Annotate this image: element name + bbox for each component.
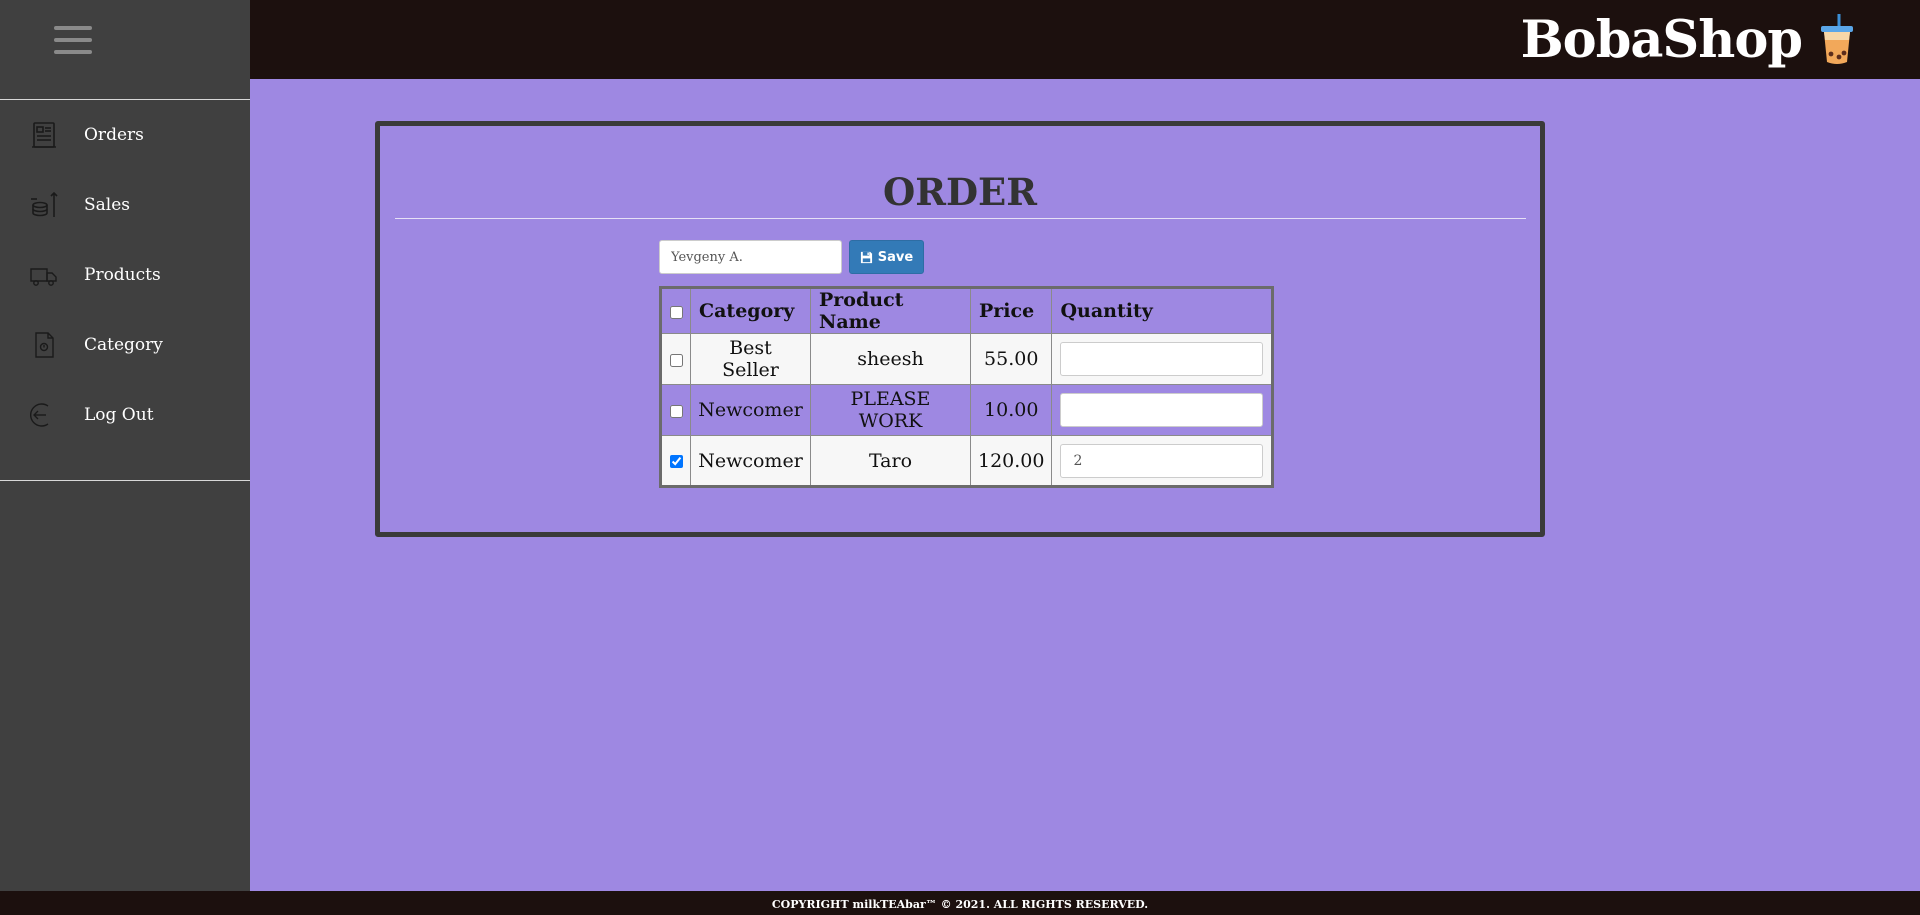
hamburger-bar (54, 38, 92, 42)
table-row: Newcomer Taro 120.00 (660, 435, 1274, 487)
save-button-label: Save (877, 249, 914, 265)
cell-product-name: Taro (810, 435, 971, 487)
order-panel: ORDER Save Category Product Name Price Q… (375, 121, 1545, 537)
row-checkbox[interactable] (669, 455, 683, 468)
quantity-input[interactable] (1060, 443, 1264, 478)
truck-icon (30, 268, 57, 286)
top-header: BobaShop (250, 0, 1920, 79)
header-product-name: Product Name (810, 287, 971, 334)
table-header-row: Category Product Name Price Quantity (660, 287, 1274, 334)
header-category: Category (690, 287, 811, 334)
customer-name-input[interactable] (659, 240, 842, 274)
sidebar-item-category[interactable]: Category (0, 310, 250, 380)
sidebar-item-label: Orders (84, 125, 144, 145)
sidebar-item-products[interactable]: Products (0, 240, 250, 310)
cell-quantity (1051, 333, 1274, 385)
sidebar-divider-bottom (0, 480, 250, 481)
cell-quantity (1051, 435, 1274, 487)
hamburger-bar (54, 50, 92, 54)
row-select-cell (660, 384, 691, 436)
cell-category: Newcomer (690, 435, 811, 487)
header-quantity: Quantity (1051, 287, 1274, 334)
cell-price: 120.00 (969, 435, 1053, 487)
sidebar-nav: Orders Sales Products Category Log Out (0, 100, 250, 450)
row-select-cell (660, 333, 691, 385)
cell-product-name: PLEASE WORK (810, 384, 971, 436)
sidebar-item-label: Log Out (84, 405, 154, 425)
logout-icon (29, 403, 49, 427)
cell-quantity (1051, 384, 1274, 436)
row-checkbox[interactable] (669, 353, 683, 367)
receipt-icon (32, 122, 56, 148)
cell-price: 55.00 (969, 333, 1053, 385)
save-button[interactable]: Save (849, 240, 924, 274)
floppy-disk-icon (860, 251, 872, 263)
cell-product-name: sheesh (810, 333, 971, 385)
sidebar: Orders Sales Products Category Log Out (0, 0, 250, 891)
hamburger-bar (54, 26, 92, 30)
title-divider (395, 218, 1526, 219)
row-checkbox[interactable] (669, 404, 683, 418)
coins-chart-icon (31, 191, 58, 217)
footer-copyright: COPYRIGHT milkTEAbar™ © 2021. ALL RIGHTS… (0, 891, 1920, 915)
row-select-cell (660, 435, 691, 487)
sidebar-item-label: Category (84, 335, 163, 355)
table-row: Best Seller sheesh 55.00 (660, 333, 1274, 385)
order-table: Category Product Name Price Quantity Bes… (659, 286, 1275, 488)
header-select-cell (660, 287, 691, 334)
sidebar-item-orders[interactable]: Orders (0, 100, 250, 170)
sidebar-item-sales[interactable]: Sales (0, 170, 250, 240)
table-row: Newcomer PLEASE WORK 10.00 (660, 384, 1274, 436)
quantity-input[interactable] (1060, 342, 1264, 376)
boba-cup-icon (1821, 14, 1853, 64)
cell-category: Best Seller (690, 333, 811, 385)
sidebar-item-label: Sales (84, 195, 131, 215)
hamburger-menu-button[interactable] (54, 26, 92, 54)
quantity-input[interactable] (1060, 393, 1264, 427)
sidebar-item-label: Products (84, 265, 161, 285)
header-price: Price (969, 287, 1053, 334)
cell-category: Newcomer (690, 384, 811, 436)
sidebar-item-logout[interactable]: Log Out (0, 380, 250, 450)
brand-title: BobaShop (1520, 10, 1803, 70)
select-all-checkbox[interactable] (669, 305, 683, 319)
page-title: ORDER (882, 170, 1038, 214)
document-icon (35, 332, 54, 358)
cell-price: 10.00 (969, 384, 1053, 436)
